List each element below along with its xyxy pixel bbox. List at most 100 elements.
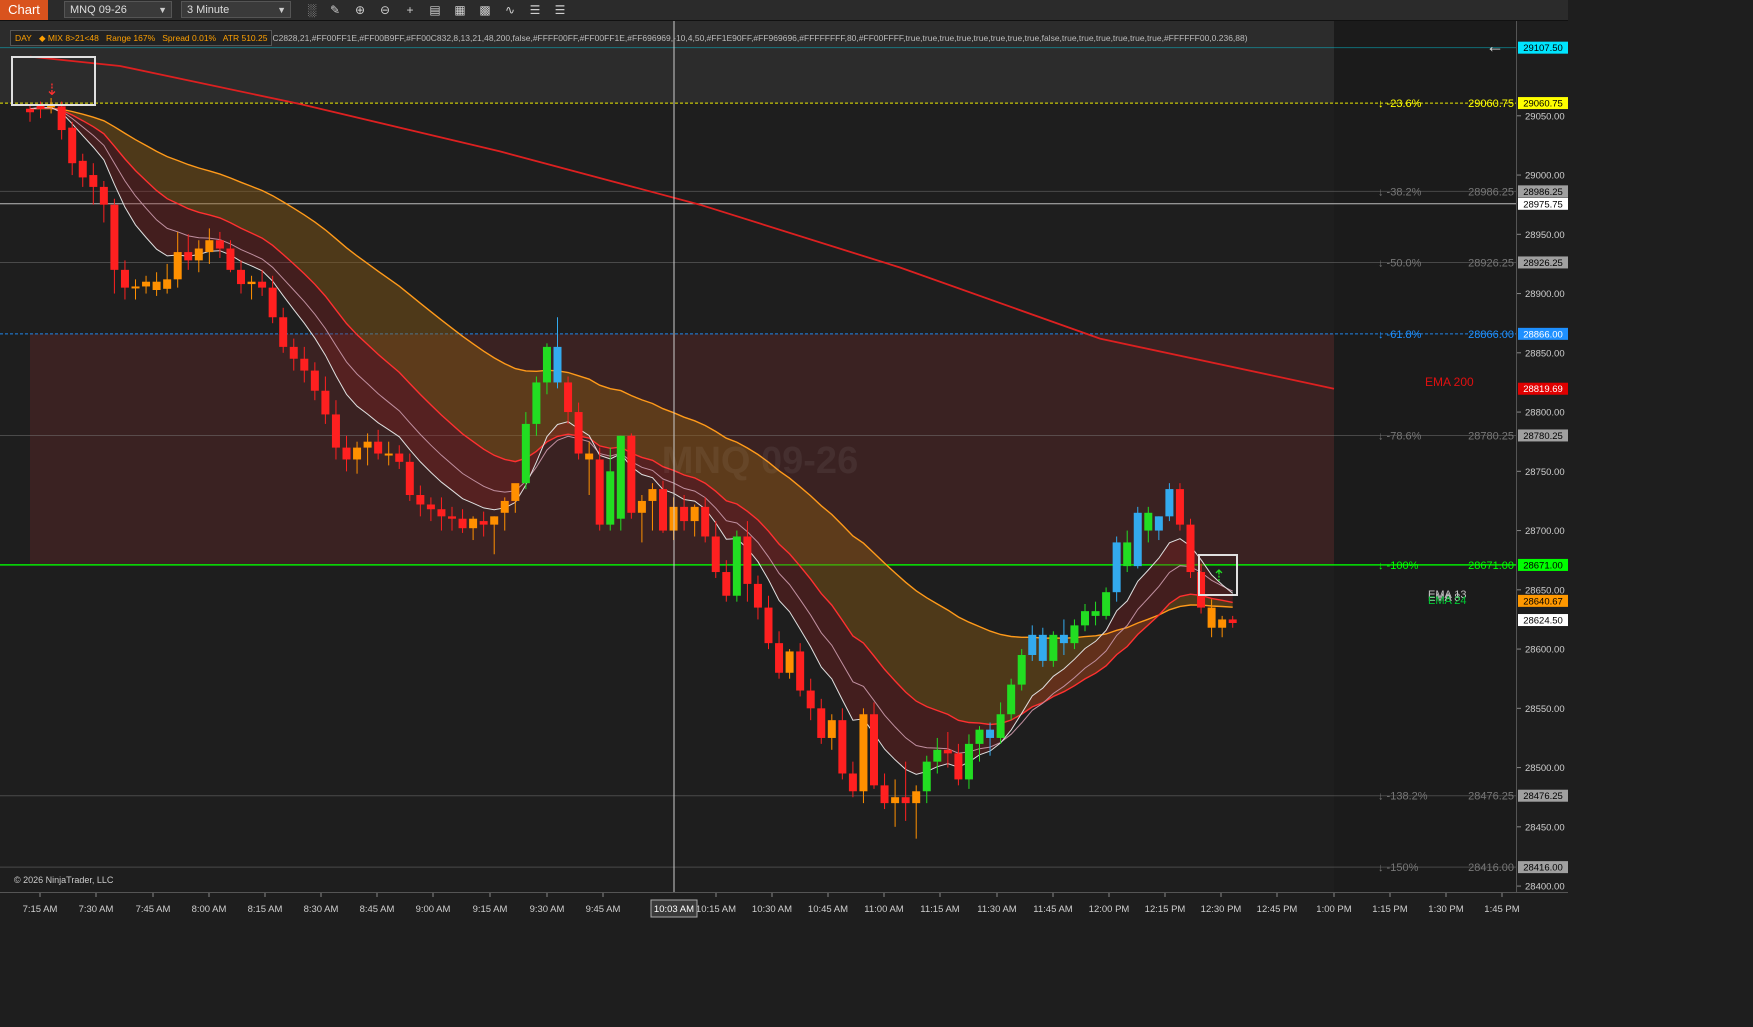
draw-icon[interactable]: ✎ <box>327 2 343 18</box>
candle-body <box>120 269 129 288</box>
price-tick-label: 28800.00 <box>1525 408 1565 419</box>
candle-body <box>99 186 108 205</box>
candle-body <box>184 252 193 261</box>
interval-selector[interactable]: 3 Minute ▼ <box>181 1 291 18</box>
price-tag-label: 28640.67 <box>1523 596 1563 607</box>
candle-body <box>595 459 604 525</box>
crosshair-time-label: 10:03 AM <box>654 904 694 915</box>
time-tick-label: 8:45 AM <box>360 904 395 915</box>
candle-body <box>711 536 720 573</box>
candle-body <box>1059 634 1068 644</box>
time-axis[interactable]: 7:15 AM 7:30 AM 7:45 AM 8:00 AM 8:15 AM 8:30 … <box>0 892 1568 920</box>
chart-tab[interactable]: Chart <box>0 0 48 20</box>
price-tick-label: 28750.00 <box>1525 467 1565 478</box>
price-axis-scale: 29050.00 29000.00 28950.00 28900.00 28850.00… <box>1517 41 1568 893</box>
future-area <box>1334 21 1516 892</box>
candle-body <box>247 281 256 285</box>
candle-body <box>732 536 741 596</box>
chart-panel[interactable]: ⇣ ⇡ EMA 200 EMA 13 EMA 8 EMA 24 ↓ -23.6% 29060… <box>0 21 1516 892</box>
time-tick-label: 11:00 AM <box>864 904 904 915</box>
candle-body <box>384 453 393 456</box>
fib-percent-label: ↓ -100% <box>1378 560 1419 572</box>
price-tag-label: 28926.25 <box>1523 258 1563 269</box>
price-tick-label: 29000.00 <box>1525 171 1565 182</box>
chart-toolbar: Chart MNQ 09-26 ▼ 3 Minute ▼ ░ ✎ ⊕ ⊖ + ▤… <box>0 0 1568 21</box>
candle-body <box>1123 542 1132 567</box>
candle-body <box>416 495 425 505</box>
price-tick-label: 28650.00 <box>1525 585 1565 596</box>
time-tick-label: 1:45 PM <box>1484 904 1519 915</box>
candle-body <box>405 461 414 496</box>
atr-label: ATR 510.25 <box>222 33 268 43</box>
sell-arrow-icon: ⇣ <box>45 82 58 99</box>
datasheet-icon[interactable]: ☰ <box>527 2 543 18</box>
candle-body <box>553 346 562 383</box>
price-tick-label: 28600.00 <box>1525 645 1565 656</box>
candle-body <box>363 441 372 448</box>
candle-body <box>637 500 646 513</box>
price-tick-label: 28950.00 <box>1525 230 1565 241</box>
candle-body <box>521 423 530 484</box>
instrument-value: MNQ 09-26 <box>70 4 127 16</box>
candle-body <box>933 749 942 762</box>
fib-percent-label: ↓ -78.6% <box>1378 430 1422 442</box>
candle-body <box>722 572 731 596</box>
time-tick-label: 1:00 PM <box>1316 904 1351 915</box>
price-tag-label: 28975.75 <box>1523 199 1563 210</box>
time-tick-label: 8:30 AM <box>304 904 339 915</box>
candle-body <box>838 720 847 774</box>
candle-body <box>764 607 773 644</box>
candle-body <box>258 281 267 288</box>
candle-body <box>342 447 351 460</box>
candle-body <box>986 729 995 738</box>
candle-body <box>616 435 625 519</box>
candle-body <box>680 506 689 522</box>
fib-value-label: 28476.25 <box>1468 791 1514 803</box>
instrument-selector[interactable]: MNQ 09-26 ▼ <box>64 1 172 18</box>
fib-value-label: 28986.25 <box>1468 186 1514 198</box>
crosshair-icon[interactable]: + <box>402 2 418 18</box>
fib-value-label: 28416.00 <box>1468 862 1514 874</box>
price-tick-label: 28700.00 <box>1525 526 1565 537</box>
candle-body <box>606 471 615 525</box>
candle-body <box>701 506 710 537</box>
candle-body <box>426 504 435 510</box>
menu-icon[interactable]: ☰ <box>552 2 568 18</box>
candle-body <box>500 500 509 513</box>
price-tick-label: 28850.00 <box>1525 348 1565 359</box>
candle-body <box>859 714 868 792</box>
candle-body <box>542 346 551 383</box>
interval-value: 3 Minute <box>187 4 230 16</box>
candle-body <box>469 518 478 529</box>
candle-body <box>511 483 520 501</box>
ema-label: EMA 24 <box>1428 595 1467 607</box>
candle-body <box>827 720 836 738</box>
templates-icon[interactable]: ∿ <box>502 2 518 18</box>
bar-type-icon[interactable]: ░ <box>304 2 320 18</box>
candle-body <box>268 287 277 318</box>
candle-body <box>1038 634 1047 661</box>
buy-arrow-icon: ⇡ <box>1212 568 1225 585</box>
candle-body <box>954 753 963 780</box>
candle-body <box>1102 592 1111 616</box>
price-axis[interactable]: 29050.00 29000.00 28950.00 28900.00 28850.00… <box>1516 21 1569 893</box>
candle-body <box>1070 625 1079 644</box>
price-tag-label: 28986.25 <box>1523 187 1563 198</box>
candle-body <box>574 412 583 454</box>
zoom-out-icon[interactable]: ⊖ <box>377 2 393 18</box>
candle-body <box>1144 512 1153 531</box>
candle-body <box>173 252 182 280</box>
candle-body <box>1091 611 1100 616</box>
indicator-summary-box[interactable]: DAY ◆ MIX 8>21<48 Range 167% Spread 0.01… <box>10 30 273 46</box>
price-tag-label: 28866.00 <box>1523 329 1563 340</box>
zoom-in-icon[interactable]: ⊕ <box>352 2 368 18</box>
indicator-info-bar: DAY ◆ MIX 8>21<48 Range 167% Spread 0.01… <box>10 30 1248 46</box>
strategies-icon[interactable]: ▩ <box>477 2 493 18</box>
properties-icon[interactable]: ▤ <box>427 2 443 18</box>
range-label: Range 167% <box>105 33 156 43</box>
price-chart[interactable]: ⇣⇡EMA 200EMA 13EMA 8EMA 24 ↓ -23.6% 29060… <box>0 21 1516 892</box>
time-tick-label: 7:30 AM <box>79 904 114 915</box>
arrow-left-icon[interactable]: ← <box>1486 36 1504 57</box>
price-tick-label: 29050.00 <box>1525 111 1565 122</box>
indicators-icon[interactable]: ▦ <box>452 2 468 18</box>
